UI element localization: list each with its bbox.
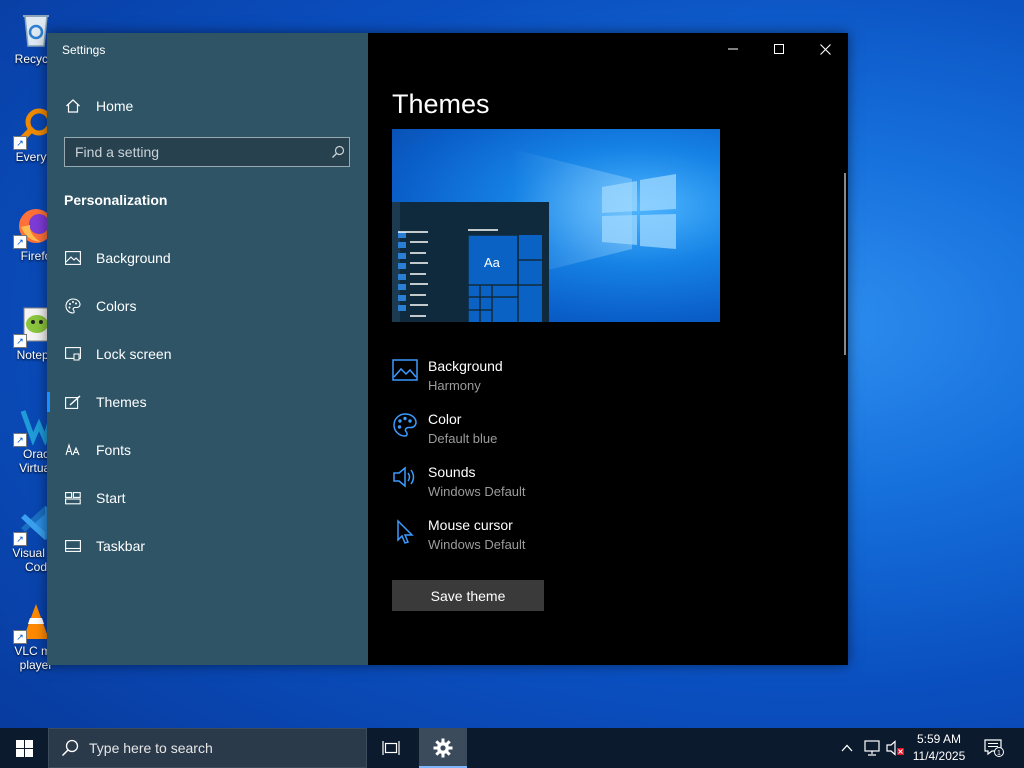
themes-icon bbox=[64, 393, 82, 411]
sidebar-item-label: Background bbox=[96, 250, 171, 266]
cursor-icon bbox=[392, 518, 418, 544]
taskbar: Type here to search 5:59 AM 11/4/2025 1 bbox=[0, 728, 1024, 768]
setting-name: Color bbox=[428, 411, 462, 427]
sidebar-item-label: Fonts bbox=[96, 442, 132, 458]
sidebar-item-themes[interactable]: Themes bbox=[47, 382, 368, 422]
palette-icon bbox=[392, 412, 418, 438]
find-setting-search[interactable] bbox=[64, 137, 350, 167]
windows-logo-icon bbox=[15, 739, 33, 757]
shortcut-arrow-icon: ↗ bbox=[13, 630, 27, 644]
shortcut-arrow-icon: ↗ bbox=[13, 235, 27, 249]
taskbar-settings-app[interactable] bbox=[419, 728, 467, 768]
settings-content: Themes Aa Background Harmony Color Defau… bbox=[368, 33, 848, 665]
action-center-button[interactable]: 1 bbox=[978, 728, 1010, 768]
clock-date: 11/4/2025 bbox=[912, 749, 966, 763]
lock-screen-icon bbox=[64, 345, 82, 363]
sidebar-item-label: Themes bbox=[96, 394, 147, 410]
theme-color-setting[interactable]: Color Default blue bbox=[392, 410, 692, 454]
sidebar-item-label: Taskbar bbox=[96, 538, 146, 554]
taskbar-search-placeholder: Type here to search bbox=[89, 740, 213, 756]
gear-icon bbox=[433, 738, 453, 758]
show-hidden-icons-button[interactable] bbox=[836, 728, 858, 768]
network-icon bbox=[864, 740, 880, 756]
fonts-icon bbox=[64, 441, 82, 459]
minimize-button[interactable] bbox=[710, 33, 756, 65]
picture-icon bbox=[392, 359, 418, 385]
setting-value: Default blue bbox=[428, 431, 498, 446]
notification-count: 1 bbox=[997, 750, 1001, 757]
search-icon bbox=[61, 739, 79, 757]
taskbar-icon bbox=[64, 537, 82, 555]
nav-home[interactable]: Home bbox=[47, 86, 368, 126]
nav-home-label: Home bbox=[96, 98, 134, 114]
setting-value: Harmony bbox=[428, 378, 481, 393]
sidebar-item-label: Colors bbox=[96, 298, 137, 314]
sidebar-item-colors[interactable]: Colors bbox=[47, 286, 368, 326]
task-view-icon bbox=[382, 741, 400, 755]
theme-sounds-setting[interactable]: Sounds Windows Default bbox=[392, 463, 692, 507]
setting-name: Sounds bbox=[428, 464, 476, 480]
setting-name: Mouse cursor bbox=[428, 517, 513, 533]
home-icon bbox=[64, 97, 82, 115]
taskbar-clock[interactable]: 5:59 AM 11/4/2025 bbox=[905, 731, 973, 765]
close-button[interactable] bbox=[802, 33, 848, 65]
search-icon[interactable] bbox=[327, 145, 349, 159]
shortcut-arrow-icon: ↗ bbox=[13, 433, 27, 447]
clock-time: 5:59 AM bbox=[916, 732, 962, 746]
sidebar-item-label: Start bbox=[96, 490, 126, 506]
task-view-button[interactable] bbox=[367, 728, 415, 768]
taskbar-search-box[interactable]: Type here to search bbox=[48, 728, 367, 768]
settings-sidebar: Settings Home Personalization Background bbox=[47, 33, 368, 665]
sidebar-item-fonts[interactable]: Fonts bbox=[47, 430, 368, 470]
scrollbar[interactable] bbox=[844, 173, 846, 355]
setting-name: Background bbox=[428, 358, 503, 374]
window-title: Settings bbox=[62, 43, 106, 57]
theme-mouse-cursor-setting[interactable]: Mouse cursor Windows Default bbox=[392, 516, 692, 560]
setting-value: Windows Default bbox=[428, 484, 526, 499]
preview-sample-text: Aa bbox=[484, 255, 501, 270]
sidebar-item-background[interactable]: Background bbox=[47, 238, 368, 278]
speaker-icon bbox=[392, 465, 418, 491]
sidebar-item-label: Lock screen bbox=[96, 346, 172, 362]
window-caption-buttons bbox=[710, 33, 848, 65]
start-button[interactable] bbox=[0, 728, 48, 768]
shortcut-arrow-icon: ↗ bbox=[13, 136, 27, 150]
find-setting-input[interactable] bbox=[65, 143, 327, 161]
start-icon bbox=[64, 489, 82, 507]
save-theme-button[interactable]: Save theme bbox=[392, 580, 544, 611]
volume-status[interactable] bbox=[884, 728, 906, 768]
notification-icon: 1 bbox=[984, 739, 1004, 757]
network-status[interactable] bbox=[860, 728, 884, 768]
shortcut-arrow-icon: ↗ bbox=[13, 532, 27, 546]
page-title: Themes bbox=[392, 89, 490, 119]
theme-background-setting[interactable]: Background Harmony bbox=[392, 357, 692, 401]
chevron-up-icon bbox=[841, 744, 853, 752]
theme-preview-image: Aa bbox=[392, 149, 676, 322]
sidebar-item-lock-screen[interactable]: Lock screen bbox=[47, 334, 368, 374]
sidebar-item-start[interactable]: Start bbox=[47, 478, 368, 518]
section-title: Personalization bbox=[64, 192, 168, 208]
volume-muted-icon bbox=[886, 740, 904, 756]
setting-value: Windows Default bbox=[428, 537, 526, 552]
maximize-button[interactable] bbox=[756, 33, 802, 65]
shortcut-arrow-icon: ↗ bbox=[13, 334, 27, 348]
theme-preview[interactable]: Aa bbox=[392, 129, 720, 322]
sidebar-item-taskbar[interactable]: Taskbar bbox=[47, 526, 368, 566]
settings-window: Settings Home Personalization Background bbox=[47, 33, 848, 665]
palette-icon bbox=[64, 297, 82, 315]
picture-icon bbox=[64, 249, 82, 267]
